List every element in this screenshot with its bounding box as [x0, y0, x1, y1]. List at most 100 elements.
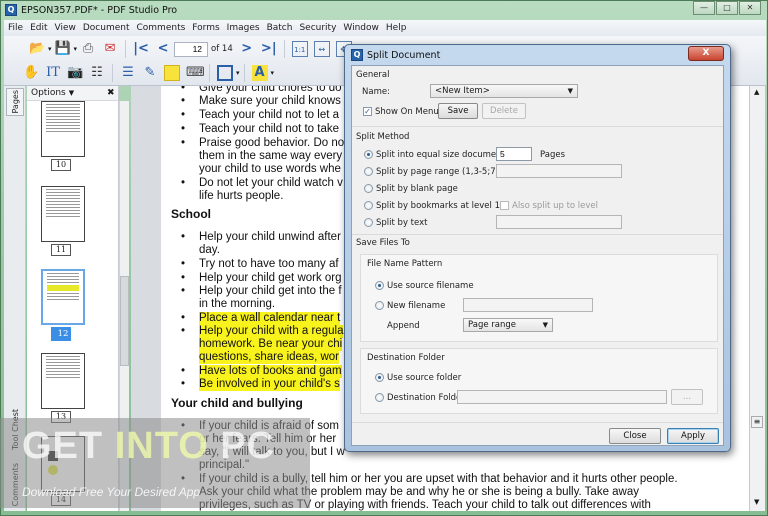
- menu-document[interactable]: Document: [83, 23, 130, 33]
- maximize-button[interactable]: □: [716, 1, 738, 15]
- menu-images[interactable]: Images: [227, 23, 260, 33]
- radio-use-source-filename[interactable]: [375, 281, 384, 290]
- doc-line-highlighted: homework. Be near your chi: [199, 338, 343, 351]
- next-page-icon[interactable]: >: [239, 41, 255, 57]
- show-on-menu-checkbox[interactable]: ✓: [363, 107, 372, 116]
- append-label: Append: [387, 321, 420, 331]
- save-button[interactable]: Save: [438, 103, 478, 119]
- print-icon[interactable]: ⎙: [80, 41, 96, 57]
- last-page-icon[interactable]: >|: [261, 41, 277, 57]
- doc-line-highlighted: questions, share ideas, wor: [199, 351, 339, 364]
- bookmarks-label: Split by bookmarks at level 1: [376, 201, 500, 211]
- hand-tool-icon[interactable]: ✋: [23, 65, 39, 81]
- highlight-icon[interactable]: A: [251, 65, 268, 81]
- save-icon[interactable]: 💾: [55, 41, 71, 57]
- email-icon[interactable]: ✉: [102, 41, 118, 57]
- find-icon[interactable]: ☷: [89, 65, 105, 81]
- split-text-input[interactable]: [496, 215, 622, 229]
- page-number-label-selected: 12: [51, 327, 71, 341]
- menu-bar: File Edit View Document Comments Forms I…: [4, 20, 766, 36]
- scroll-grip-icon[interactable]: ≡: [751, 416, 763, 428]
- edit-text-icon[interactable]: ✎: [142, 65, 158, 81]
- scroll-down-icon[interactable]: ▼: [754, 498, 759, 506]
- section-split-method: Split Method: [356, 132, 410, 142]
- document-scrollbar[interactable]: ▲ ≡ ▼: [749, 86, 765, 511]
- thumbnail-page-12[interactable]: [41, 269, 85, 325]
- doc-line: Teach your child not to let a: [199, 109, 339, 121]
- thumbnail-page-13[interactable]: [41, 353, 85, 409]
- rectangle-icon[interactable]: [217, 65, 233, 81]
- browse-button[interactable]: ...: [671, 389, 703, 405]
- text-view-icon[interactable]: ☰: [120, 65, 136, 81]
- menu-batch[interactable]: Batch: [267, 23, 293, 33]
- thumbnail-page-10[interactable]: [41, 101, 85, 157]
- open-folder-icon[interactable]: 📂: [29, 41, 45, 57]
- doc-line: Give your child chores to do: [199, 86, 342, 94]
- doc-line: Teach your child not to take: [199, 123, 339, 135]
- close-window-button[interactable]: ✕: [739, 1, 761, 15]
- dialog-close-button[interactable]: X: [688, 46, 724, 61]
- menu-forms[interactable]: Forms: [192, 23, 219, 33]
- menu-window[interactable]: Window: [343, 23, 379, 33]
- destination-folder-input[interactable]: [457, 390, 667, 404]
- radio-split-text[interactable]: [364, 218, 373, 227]
- doc-line: day.: [199, 244, 220, 256]
- pages-label: Pages: [540, 150, 566, 160]
- radio-equal-size[interactable]: [364, 150, 373, 159]
- doc-line: Try not to have too many af: [199, 258, 339, 270]
- page-number-label: 11: [51, 244, 71, 256]
- chevron-down-icon: ▼: [567, 87, 573, 95]
- chevron-down-icon[interactable]: ▼: [69, 89, 74, 97]
- append-select[interactable]: Page range ▼: [463, 318, 553, 332]
- use-source-filename-label: Use source filename: [387, 281, 474, 291]
- menu-view[interactable]: View: [55, 23, 76, 33]
- fit-width-icon[interactable]: ↔: [313, 41, 330, 57]
- page-count-label: of 14: [211, 44, 233, 54]
- page-range-label: Split by page range (1,3-5;7-10): [376, 167, 513, 177]
- radio-bookmarks[interactable]: [364, 201, 373, 210]
- doc-line: Make sure your child knows: [199, 95, 341, 107]
- typewriter-icon[interactable]: ⌨: [186, 65, 205, 81]
- page-range-input[interactable]: [496, 164, 622, 178]
- section-save-files-to: Save Files To: [356, 238, 410, 248]
- tab-pages[interactable]: Pages: [6, 88, 24, 116]
- radio-use-source-folder[interactable]: [375, 373, 384, 382]
- new-filename-input[interactable]: [463, 298, 593, 312]
- prev-page-icon[interactable]: <: [155, 41, 171, 57]
- pdf-studio-icon: Q: [351, 49, 363, 61]
- equal-size-input[interactable]: [496, 147, 532, 161]
- menu-file[interactable]: File: [8, 23, 23, 33]
- menu-help[interactable]: Help: [386, 23, 407, 33]
- radio-new-filename[interactable]: [375, 301, 384, 310]
- close-panel-icon[interactable]: ✖: [107, 88, 115, 98]
- name-select[interactable]: <New Item> ▼: [430, 84, 578, 98]
- delete-button[interactable]: Delete: [482, 103, 526, 119]
- options-menu[interactable]: Options: [31, 88, 66, 98]
- doc-line: life hurts people.: [199, 190, 284, 202]
- first-page-icon[interactable]: |<: [133, 41, 149, 57]
- pdf-studio-icon: Q: [5, 4, 17, 16]
- minimize-button[interactable]: —: [693, 1, 715, 15]
- thumbnail-page-11[interactable]: [41, 186, 85, 242]
- radio-page-range[interactable]: [364, 167, 373, 176]
- also-split-checkbox[interactable]: [500, 201, 509, 210]
- apply-button[interactable]: Apply: [667, 428, 719, 444]
- menu-comments[interactable]: Comments: [137, 23, 186, 33]
- doc-line: in the morning.: [199, 298, 276, 310]
- text-select-icon[interactable]: IT: [45, 65, 61, 81]
- sticky-note-icon[interactable]: [164, 65, 180, 81]
- scroll-up-icon[interactable]: ▲: [754, 88, 759, 96]
- page-number-input[interactable]: [174, 41, 209, 57]
- menu-security[interactable]: Security: [299, 23, 336, 33]
- blank-page-label: Split by blank page: [376, 184, 458, 194]
- actual-size-icon[interactable]: 1:1: [291, 41, 308, 57]
- snapshot-icon[interactable]: 📷: [67, 65, 83, 81]
- window-title: EPSON357.PDF* - PDF Studio Pro: [21, 4, 178, 16]
- radio-blank-page[interactable]: [364, 184, 373, 193]
- radio-destination-folder[interactable]: [375, 393, 384, 402]
- page-number-label: 10: [51, 159, 71, 171]
- heading-bullying: Your child and bullying: [171, 396, 303, 410]
- doc-line-highlighted: Place a wall calendar near t: [199, 312, 341, 325]
- menu-edit[interactable]: Edit: [30, 23, 47, 33]
- close-button[interactable]: Close: [609, 428, 661, 444]
